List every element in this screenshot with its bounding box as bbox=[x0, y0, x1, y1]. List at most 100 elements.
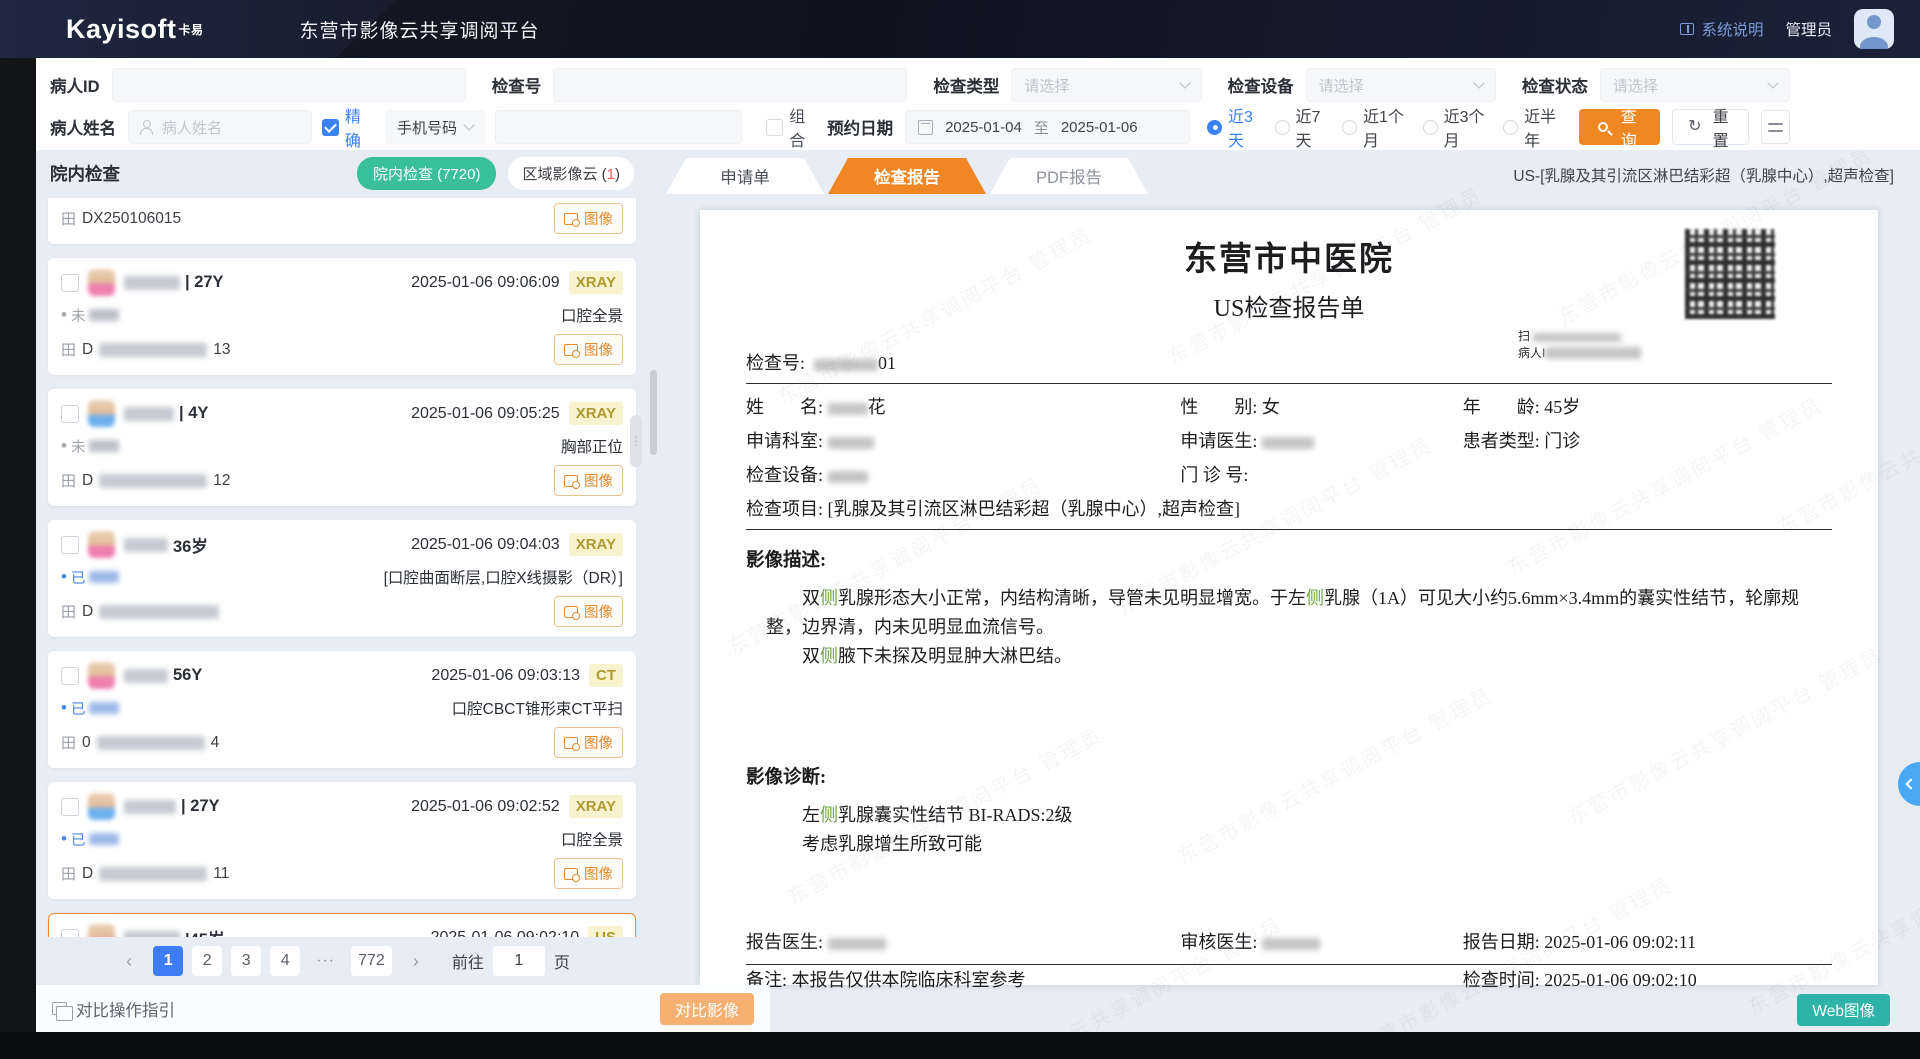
prev-page-button[interactable]: ‹ bbox=[114, 946, 144, 976]
date-to[interactable]: 2025-01-06 bbox=[1061, 119, 1138, 136]
app-window: Kayisoft卡易 东营市影像云共享调阅平台 系统说明 管理员 病人ID 检查… bbox=[0, 0, 1920, 1059]
patient-name-input[interactable]: 病人姓名 bbox=[128, 110, 312, 144]
status-label: •已 bbox=[61, 567, 119, 588]
page-button[interactable]: 3 bbox=[231, 946, 261, 976]
patient-avatar bbox=[88, 924, 115, 937]
exam-type-select[interactable]: 请选择 bbox=[1011, 68, 1201, 102]
quick-range-radio[interactable]: 近1个月 bbox=[1342, 103, 1406, 151]
list-item[interactable]: 56Y 2025-01-06 09:03:13 CT •已 口腔CBCT锥形束C… bbox=[48, 651, 636, 768]
radio-icon bbox=[1503, 120, 1518, 135]
list-item[interactable]: |45岁 2025-01-06 09:02:10 US •已 [乳腺及其引流区淋… bbox=[48, 913, 636, 937]
list-item[interactable]: | 27Y 2025-01-06 09:02:52 XRAY •已 口腔全景 田… bbox=[48, 782, 636, 899]
tab-exam-report[interactable]: 检查报告 bbox=[828, 158, 986, 194]
compare-images-button[interactable]: 对比影像 bbox=[660, 993, 754, 1025]
patient-avatar bbox=[88, 531, 115, 558]
modality-badge: XRAY bbox=[569, 271, 623, 294]
report-tabs: 申请单 检查报告 PDF报告 bbox=[666, 158, 1152, 194]
quick-range-radio[interactable]: 近半年 bbox=[1503, 103, 1559, 151]
refresh-icon: ↻ bbox=[1688, 119, 1701, 135]
list-scrollbar[interactable] bbox=[650, 370, 657, 455]
tab-request-form[interactable]: 申请单 bbox=[666, 158, 824, 194]
exam-datetime: 2025-01-06 09:04:03 bbox=[411, 536, 560, 554]
item-checkbox[interactable] bbox=[61, 274, 79, 292]
exam-status-select[interactable]: 请选择 bbox=[1600, 68, 1790, 102]
modality-badge: XRAY bbox=[569, 402, 623, 425]
goto-label: 前往 bbox=[452, 949, 484, 973]
tab-internal-exams[interactable]: 院内检查 (7720) bbox=[357, 157, 497, 190]
phone-number-input[interactable] bbox=[495, 110, 742, 144]
panel-drag-handle[interactable]: ⋮ bbox=[630, 415, 642, 467]
page-button[interactable]: 2 bbox=[192, 946, 222, 976]
image-button[interactable]: 图像 bbox=[554, 465, 623, 496]
regional-count: 1 bbox=[607, 166, 615, 183]
quick-range-radio[interactable]: 近3天 bbox=[1207, 103, 1258, 151]
image-button[interactable]: 图像 bbox=[554, 596, 623, 627]
image-button[interactable]: 图像 bbox=[554, 727, 623, 758]
tab-regional-cloud[interactable]: 区域影像云 (1) bbox=[508, 157, 634, 190]
image-button[interactable]: 图像 bbox=[554, 858, 623, 889]
collapse-panel-handle[interactable] bbox=[1898, 762, 1920, 806]
combo-checkbox[interactable]: 组合 bbox=[766, 103, 813, 151]
divider bbox=[746, 964, 1832, 965]
image-button[interactable]: 图像 bbox=[554, 203, 623, 234]
page-button[interactable]: 4 bbox=[270, 946, 300, 976]
compare-footer-bar: 对比操作指引 对比影像 bbox=[36, 985, 770, 1032]
page-button[interactable]: 1 bbox=[153, 946, 183, 976]
radio-icon bbox=[1342, 120, 1357, 135]
list-item[interactable]: 36岁 2025-01-06 09:04:03 XRAY •已 [口腔曲面断层,… bbox=[48, 520, 636, 637]
item-checkbox[interactable] bbox=[61, 798, 79, 816]
page-ellipsis: ··· bbox=[309, 946, 342, 976]
compare-icon bbox=[52, 1002, 67, 1015]
date-from[interactable]: 2025-01-04 bbox=[945, 119, 1022, 136]
system-help-link[interactable]: 系统说明 bbox=[1680, 18, 1763, 40]
quick-range-group: 近3天近7天近1个月近3个月近半年 bbox=[1190, 103, 1559, 151]
item-checkbox[interactable] bbox=[61, 929, 79, 938]
exam-description: 胸部正位 bbox=[561, 435, 623, 457]
exact-match-checkbox[interactable]: 精确 bbox=[322, 103, 369, 151]
checkbox-checked-icon[interactable] bbox=[322, 119, 339, 136]
patient-name-age: 56Y bbox=[124, 666, 202, 685]
next-page-button[interactable]: › bbox=[401, 946, 431, 976]
patient-id-label: 病人ID bbox=[50, 73, 100, 97]
description-title: 影像描述: bbox=[746, 546, 1832, 572]
date-range-picker[interactable]: 2025-01-04 至 2025-01-06 bbox=[905, 110, 1190, 144]
layout-settings-button[interactable] bbox=[1761, 110, 1790, 144]
item-checkbox[interactable] bbox=[61, 667, 79, 685]
quick-range-radio[interactable]: 近7天 bbox=[1275, 103, 1326, 151]
signature-row: 报告医生: 审核医生: 报告日期: 2025-01-06 09:02:11 bbox=[746, 928, 1832, 954]
quick-range-radio[interactable]: 近3个月 bbox=[1423, 103, 1487, 151]
list-item-partial[interactable]: 田DX250106015 图像 bbox=[48, 198, 636, 244]
age-field: 年 龄: 45岁 bbox=[1463, 393, 1832, 419]
hospital-name: 东营市中医院 bbox=[746, 232, 1832, 280]
patient-id-input[interactable] bbox=[112, 68, 466, 102]
search-button[interactable]: 查询 bbox=[1579, 109, 1660, 145]
film-grid-icon: 田 bbox=[61, 470, 76, 491]
image-edit-icon bbox=[564, 344, 578, 356]
list-item[interactable]: | 4Y 2025-01-06 09:05:25 XRAY •未 胸部正位 田D… bbox=[48, 389, 636, 506]
reset-button[interactable]: ↻ 重置 bbox=[1672, 109, 1749, 145]
description-body: 双侧乳腺形态大小正常，内结构清晰，导管未见明显增宽。于左侧乳腺（1A）可见大小约… bbox=[766, 584, 1832, 671]
user-avatar[interactable] bbox=[1854, 9, 1894, 49]
exam-device-select[interactable]: 请选择 bbox=[1306, 68, 1496, 102]
patient-name-age: | 4Y bbox=[124, 404, 208, 423]
exam-item-field: 检查项目: [乳腺及其引流区淋巴结彩超（乳腺中心）,超声检查] bbox=[746, 495, 1832, 521]
bottom-edge-strip bbox=[0, 1032, 1920, 1059]
list-item[interactable]: | 27Y 2025-01-06 09:06:09 XRAY •未 口腔全景 田… bbox=[48, 258, 636, 375]
page-button[interactable]: 772 bbox=[351, 946, 392, 976]
report-paper: 东营市中医院 US检查报告单 扫 病人I 检查号: 01 姓 名: 花 性 别:… bbox=[700, 210, 1878, 985]
item-checkbox[interactable] bbox=[61, 405, 79, 423]
exam-no-input[interactable] bbox=[553, 68, 907, 102]
radio-icon bbox=[1423, 120, 1438, 135]
compare-guide-link[interactable]: 对比操作指引 bbox=[52, 997, 175, 1021]
exam-datetime: 2025-01-06 09:02:52 bbox=[411, 798, 560, 816]
tab-pdf-report[interactable]: PDF报告 bbox=[990, 158, 1148, 194]
phone-field-select[interactable]: 手机号码 bbox=[385, 110, 486, 144]
status-label: •已 bbox=[61, 829, 119, 850]
goto-page-input[interactable] bbox=[493, 946, 545, 976]
request-doctor-field: 申请医生: bbox=[1180, 427, 1462, 453]
item-checkbox[interactable] bbox=[61, 536, 79, 554]
chevron-down-icon bbox=[1179, 77, 1190, 88]
web-image-button[interactable]: Web图像 bbox=[1797, 994, 1890, 1026]
checkbox-unchecked-icon[interactable] bbox=[766, 119, 783, 136]
image-button[interactable]: 图像 bbox=[554, 334, 623, 365]
